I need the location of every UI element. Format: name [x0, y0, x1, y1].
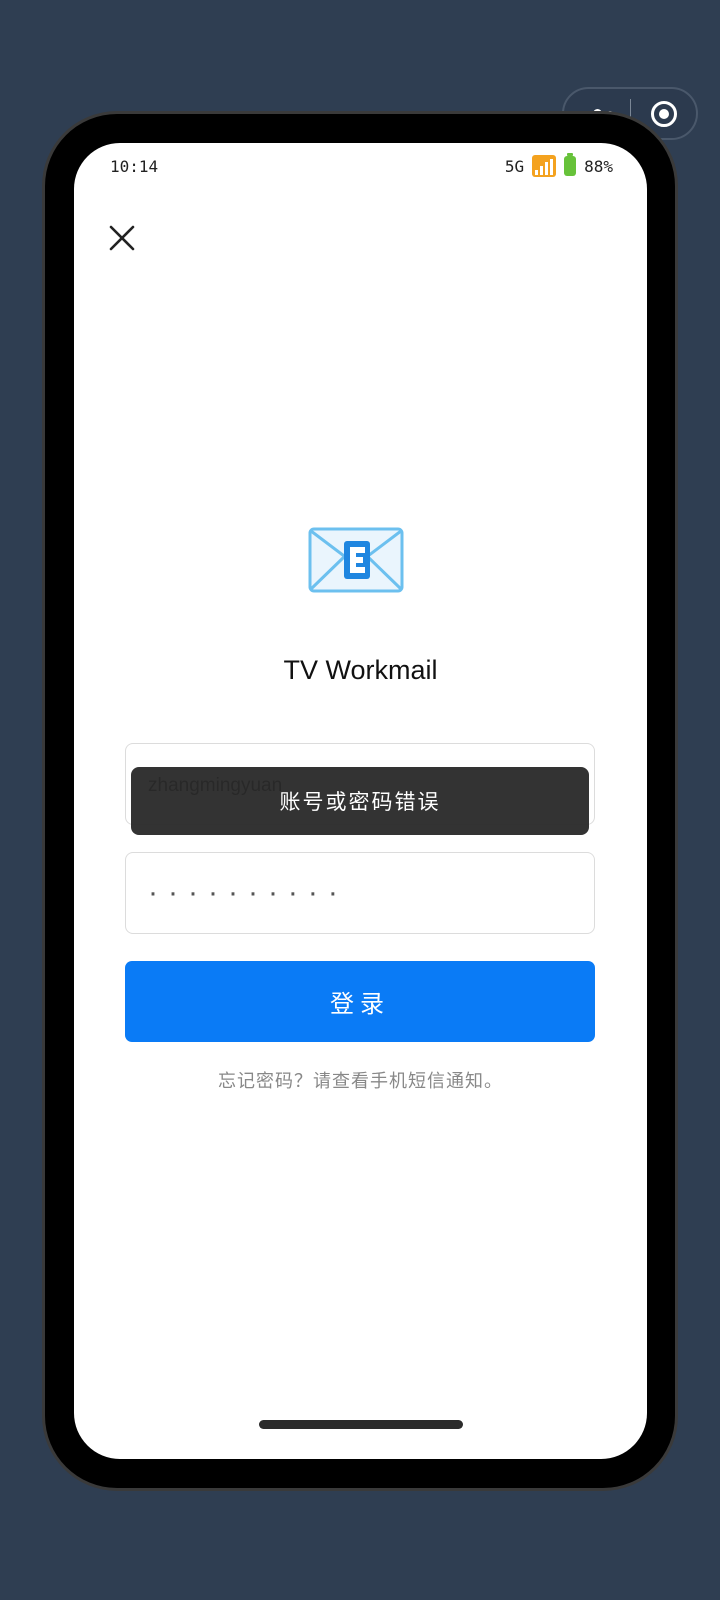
- battery-level: 88%: [584, 156, 613, 176]
- status-time: 10:14: [110, 157, 159, 176]
- app-screen: 10:14 5G 88% TV Workmail 账号或密码错误 登录 忘记密码…: [74, 143, 647, 1459]
- close-icon[interactable]: [107, 223, 137, 253]
- envelope-e-icon: [308, 527, 404, 593]
- battery-icon: [564, 153, 577, 176]
- home-indicator[interactable]: [259, 1420, 463, 1429]
- app-title: TV Workmail: [283, 655, 438, 685]
- password-input[interactable]: [126, 853, 594, 933]
- signal-icon: [532, 155, 557, 177]
- network-label: 5G: [504, 156, 525, 176]
- forgot-password-hint: 忘记密码？请查看手机短信通知。: [218, 1071, 503, 1092]
- status-bar: 10:14 5G 88%: [74, 143, 647, 189]
- login-button[interactable]: 登录: [125, 961, 595, 1042]
- error-toast: 账号或密码错误: [131, 767, 589, 835]
- password-field[interactable]: [125, 852, 595, 934]
